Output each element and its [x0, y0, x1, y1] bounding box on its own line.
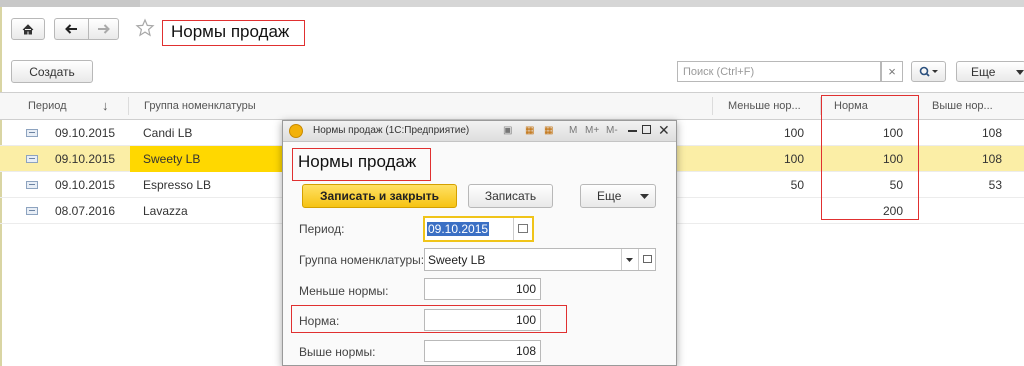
sort-down-icon: ↓: [102, 98, 109, 113]
period-label: Период:: [299, 222, 345, 236]
group-value: Sweety LB: [428, 253, 486, 267]
dialog-window-title: Нормы продаж (1С:Предприятие): [313, 125, 470, 136]
table-icon[interactable]: ▦: [525, 125, 534, 136]
column-header-less[interactable]: Меньше нор...: [722, 93, 822, 119]
less-field[interactable]: 100: [424, 278, 541, 300]
less-cell: 50: [790, 178, 804, 192]
less-cell: 100: [783, 126, 804, 140]
period-cell: 09.10.2015: [55, 126, 116, 140]
home-button[interactable]: [11, 18, 45, 40]
arrow-left-icon: [65, 24, 77, 34]
calendar-icon[interactable]: [518, 224, 528, 233]
home-icon: [22, 23, 34, 34]
group-label: Группа номенклатуры:: [299, 253, 425, 267]
minimize-icon[interactable]: [628, 130, 637, 132]
period-cell: 09.10.2015: [55, 178, 116, 192]
more-cell: 53: [988, 178, 1002, 192]
arrow-right-icon: [98, 24, 110, 34]
search-clear-button[interactable]: ×: [881, 61, 903, 82]
search-icon: [919, 66, 938, 77]
create-button[interactable]: Создать: [11, 60, 93, 83]
chevron-down-icon: [640, 194, 649, 199]
back-button[interactable]: [54, 18, 88, 40]
period-cell: 08.07.2016: [55, 204, 116, 218]
memory-m-button[interactable]: M: [569, 125, 577, 136]
period-field[interactable]: 09.10.2015: [423, 216, 534, 242]
close-icon[interactable]: ✕: [658, 122, 670, 139]
calendar-icon[interactable]: ▦: [544, 125, 553, 136]
search-menu-button[interactable]: [911, 61, 946, 82]
group-cell: Sweety LB: [130, 146, 282, 172]
chevron-down-icon: [1016, 70, 1024, 75]
norm-label: Норма:: [299, 314, 340, 328]
top-strip-accent: [0, 0, 140, 7]
column-header-period[interactable]: Период: [22, 93, 92, 119]
record-icon: [26, 155, 38, 163]
forward-button[interactable]: [88, 18, 119, 40]
record-icon: [26, 181, 38, 189]
column-header-group[interactable]: Группа номенклатуры: [138, 93, 338, 119]
norm-field[interactable]: 100: [424, 309, 541, 331]
page-title: Нормы продаж: [171, 22, 290, 41]
print-icon[interactable]: ▣: [503, 125, 512, 136]
norm-column-highlight: [821, 95, 919, 220]
period-value: 09.10.2015: [427, 222, 490, 236]
group-cell: Candi LB: [143, 126, 193, 140]
dialog-heading: Нормы продаж: [298, 152, 417, 171]
memory-plus-button[interactable]: M+: [585, 125, 599, 136]
maximize-icon[interactable]: [642, 125, 651, 134]
favorite-button[interactable]: [135, 18, 155, 40]
field-divider: [513, 218, 514, 240]
memory-minus-button[interactable]: M-: [606, 125, 618, 136]
record-icon: [26, 129, 38, 137]
group-field[interactable]: Sweety LB: [424, 248, 656, 271]
column-header-more[interactable]: Выше нор...: [926, 93, 1016, 119]
period-cell: 09.10.2015: [55, 152, 116, 166]
more-label: Выше нормы:: [299, 345, 376, 359]
less-cell: 100: [783, 152, 804, 166]
search-input[interactable]: Поиск (Ctrl+F): [677, 61, 881, 82]
dialog-more-button[interactable]: Еще: [580, 184, 656, 208]
star-icon: [135, 18, 155, 37]
record-icon: [26, 207, 38, 215]
field-divider: [638, 249, 639, 270]
dialog-more-label: Еще: [597, 189, 622, 203]
more-button[interactable]: Еще: [956, 61, 1024, 82]
more-button-label: Еще: [971, 64, 996, 79]
save-and-close-button[interactable]: Записать и закрыть: [302, 184, 457, 208]
open-icon[interactable]: [643, 255, 652, 263]
top-strip: [0, 0, 1024, 7]
less-label: Меньше нормы:: [299, 284, 389, 298]
column-divider: [128, 97, 129, 115]
save-button[interactable]: Записать: [468, 184, 553, 208]
app-logo-icon: [289, 124, 303, 138]
group-cell: Lavazza: [143, 204, 188, 218]
edit-dialog: Нормы продаж (1С:Предприятие) ▣ ▦ ▦ M M+…: [282, 120, 677, 366]
group-cell: Espresso LB: [143, 178, 212, 192]
field-divider: [621, 249, 622, 270]
more-cell: [918, 198, 1002, 224]
more-field[interactable]: 108: [424, 340, 541, 362]
less-cell: [712, 198, 804, 224]
dialog-titlebar: Нормы продаж (1С:Предприятие) ▣ ▦ ▦ M M+…: [283, 121, 676, 142]
chevron-down-icon[interactable]: [626, 258, 633, 262]
column-divider: [712, 97, 713, 115]
more-cell: 108: [981, 126, 1002, 140]
more-cell: 108: [981, 152, 1002, 166]
